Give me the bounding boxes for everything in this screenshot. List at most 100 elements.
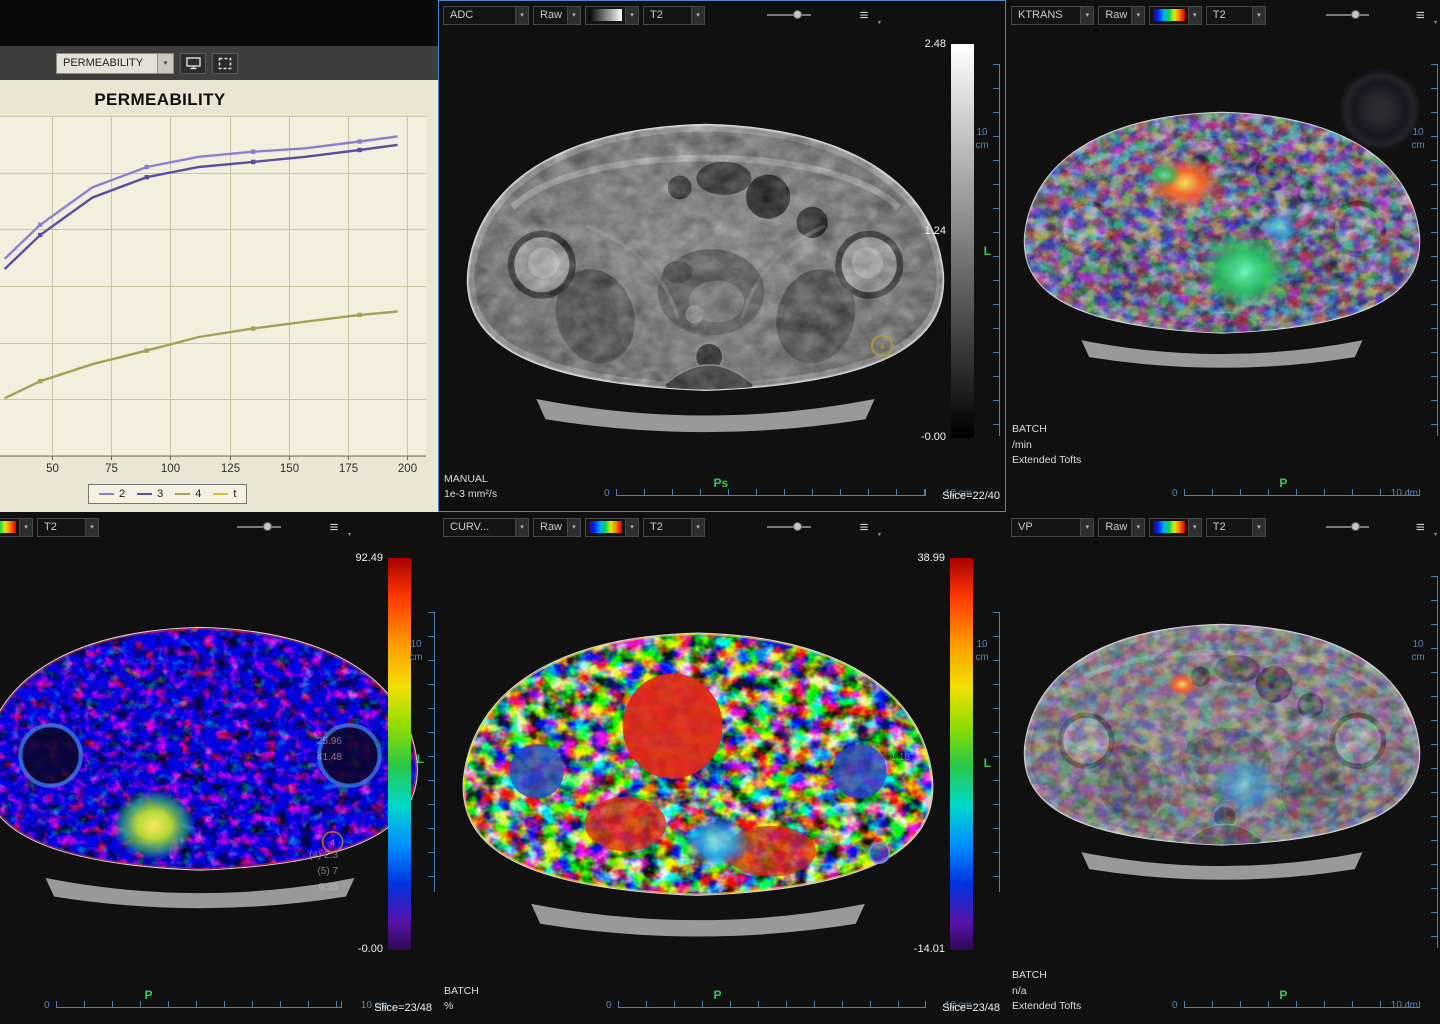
screen-layout-button[interactable] bbox=[180, 53, 206, 74]
chevron-down-icon: ▾ bbox=[1252, 7, 1265, 24]
mri-image-curve[interactable] bbox=[444, 552, 952, 951]
svg-text:50: 50 bbox=[46, 463, 59, 475]
vp-raw-dropdown[interactable]: Raw▾ bbox=[1098, 518, 1145, 537]
viewport-adc: ADC▾ Raw▾ ▾ T2▾ ≡▾ 4 2.48 1.24 -0.00 10 … bbox=[438, 0, 1006, 512]
vertical-scale-ruler bbox=[993, 612, 1000, 892]
units-label: 1e-3 mm²/s bbox=[444, 487, 497, 502]
horizontal-scale-ruler: 0 10 cm bbox=[56, 1001, 342, 1008]
curve-menu-button[interactable]: ≡▾ bbox=[853, 518, 875, 536]
ktrans-map-type-dropdown[interactable]: KTRANS▾ bbox=[1011, 6, 1094, 25]
orientation-left-label: L bbox=[417, 752, 424, 766]
slice-indicator: Slice=23/48 bbox=[374, 1002, 432, 1014]
chevron-down-icon: ▾ bbox=[1188, 519, 1201, 536]
colorbar-max-label: 38.99 bbox=[917, 552, 945, 564]
adc-baseimage-dropdown[interactable]: T2▾ bbox=[643, 6, 705, 25]
slider-knob[interactable] bbox=[1351, 10, 1360, 19]
rainbow-colormap-swatch bbox=[1153, 9, 1184, 21]
svg-text:4: 4 bbox=[880, 341, 885, 351]
chevron-down-icon: ▾ bbox=[1131, 7, 1144, 24]
curve-map-type-dropdown[interactable]: CURV...▾ bbox=[443, 518, 529, 537]
rainbow-colormap-swatch bbox=[0, 521, 16, 533]
top-strip bbox=[0, 0, 438, 46]
svg-text:4: 4 bbox=[330, 837, 335, 847]
chart-toolbar: PERMEABILITY ▾ bbox=[0, 46, 438, 80]
viewport-colormap-left: ▾ T2▾ ≡▾ 4 92.49 -0.00 bbox=[0, 512, 438, 1024]
vp-menu-button[interactable]: ≡▾ bbox=[1410, 518, 1431, 536]
permeability-chart-panel: PERMEABILITY ▾ PERMEABILITY 507510012515… bbox=[0, 0, 438, 512]
vp-map-type-dropdown[interactable]: VP▾ bbox=[1011, 518, 1094, 537]
vp-colormap-dropdown[interactable]: ▾ bbox=[1149, 518, 1201, 537]
curve-raw-dropdown[interactable]: Raw▾ bbox=[533, 518, 581, 537]
curve-colorbar[interactable]: 38.99 -14.01 bbox=[950, 558, 973, 950]
vp-blend-slider[interactable] bbox=[1326, 526, 1369, 528]
leftmap-baseimage-dropdown[interactable]: T2▾ bbox=[37, 518, 99, 537]
chevron-down-icon: ▾ bbox=[625, 519, 638, 536]
orientation-posterior-label: Ps bbox=[713, 476, 728, 490]
ktrans-toolbar: KTRANS▾ Raw▾ ▾ T2▾ ≡▾ bbox=[1011, 5, 1435, 25]
chevron-down-icon: ▾ bbox=[85, 519, 98, 536]
adc-map-type-dropdown[interactable]: ADC▾ bbox=[443, 6, 529, 25]
mode-units-label: MANUAL 1e-3 mm²/s bbox=[444, 472, 497, 502]
batch-info-label: BATCH n/a Extended Tofts bbox=[1012, 968, 1081, 1014]
roi-stats: 12.9 1.18 bbox=[891, 734, 910, 766]
adc-toolbar: ADC▾ Raw▾ ▾ T2▾ ≡▾ bbox=[443, 5, 1001, 25]
chevron-down-icon: ▾ bbox=[157, 54, 173, 73]
leftmap-menu-button[interactable]: ≡▾ bbox=[323, 518, 345, 536]
curve-colormap-dropdown[interactable]: ▾ bbox=[585, 518, 639, 537]
vp-baseimage-dropdown[interactable]: T2▾ bbox=[1206, 518, 1266, 537]
adc-blend-slider[interactable] bbox=[767, 14, 811, 16]
legend-item: 3 bbox=[137, 488, 163, 500]
mri-image-colormap[interactable]: 4 bbox=[0, 552, 435, 922]
chevron-down-icon: ▾ bbox=[878, 531, 881, 538]
slider-knob[interactable] bbox=[263, 522, 272, 531]
hamburger-icon: ≡ bbox=[1416, 8, 1425, 23]
colorbar-max-label: 92.49 bbox=[355, 552, 383, 564]
ktrans-colormap-dropdown[interactable]: ▾ bbox=[1149, 6, 1201, 25]
ktrans-menu-button[interactable]: ≡▾ bbox=[1410, 6, 1431, 24]
adc-raw-dropdown[interactable]: Raw▾ bbox=[533, 6, 581, 25]
adc-menu-button[interactable]: ≡▾ bbox=[853, 6, 875, 24]
vertical-scale-ruler bbox=[1431, 576, 1438, 948]
horizontal-scale-ruler: 0 10 cm bbox=[1184, 1001, 1420, 1008]
ktrans-baseimage-dropdown[interactable]: T2▾ bbox=[1206, 6, 1266, 25]
vertical-ruler-label: 10 cm bbox=[972, 126, 992, 152]
svg-text:125: 125 bbox=[221, 463, 240, 475]
ruler-length-label: 10 cm bbox=[1391, 488, 1418, 499]
roi-circle[interactable] bbox=[869, 843, 889, 863]
curve-blend-slider[interactable] bbox=[767, 526, 811, 528]
slider-knob[interactable] bbox=[1351, 522, 1360, 531]
rainbow-colormap-swatch bbox=[589, 521, 622, 533]
chart-body: PERMEABILITY 5075100125150175200 234t bbox=[0, 80, 438, 512]
ruler-length-label: 10 cm bbox=[1391, 1000, 1418, 1011]
mri-image-vp[interactable] bbox=[1008, 556, 1436, 892]
curve-baseimage-dropdown[interactable]: T2▾ bbox=[643, 518, 705, 537]
slider-knob[interactable] bbox=[793, 10, 802, 19]
leftmap-colormap-dropdown[interactable]: ▾ bbox=[0, 518, 33, 537]
svg-text:200: 200 bbox=[398, 463, 417, 475]
chevron-down-icon: ▾ bbox=[1434, 19, 1437, 26]
slice-indicator: Slice=22/40 bbox=[942, 490, 1000, 502]
mri-image-adc[interactable]: 4 bbox=[448, 42, 963, 447]
hamburger-icon: ≡ bbox=[860, 520, 869, 535]
adc-colorbar[interactable]: 2.48 1.24 -0.00 bbox=[951, 44, 974, 438]
curve-toolbar: CURV...▾ Raw▾ ▾ T2▾ ≡▾ bbox=[443, 517, 1001, 537]
legend-item: 4 bbox=[175, 488, 201, 500]
colorbar-min-label: -0.00 bbox=[921, 431, 946, 443]
ktrans-blend-slider[interactable] bbox=[1326, 14, 1369, 16]
reset-view-button[interactable] bbox=[212, 53, 238, 74]
adc-colormap-dropdown[interactable]: ▾ bbox=[585, 6, 639, 25]
chevron-down-icon: ▾ bbox=[1434, 531, 1437, 538]
chevron-down-icon: ▾ bbox=[1080, 519, 1093, 536]
grayscale-colormap-swatch bbox=[589, 9, 622, 21]
chart-legend: 234t bbox=[88, 484, 247, 504]
slider-knob[interactable] bbox=[793, 522, 802, 531]
ktrans-raw-dropdown[interactable]: Raw▾ bbox=[1098, 6, 1145, 25]
permeability-plot[interactable]: 5075100125150175200 bbox=[0, 116, 426, 476]
svg-text:150: 150 bbox=[280, 463, 299, 475]
leftmap-blend-slider[interactable] bbox=[237, 526, 281, 528]
orientation-left-label: L bbox=[984, 756, 991, 770]
leftmap-colorbar[interactable]: 92.49 -0.00 bbox=[388, 558, 411, 950]
colorbar-mid-label: 1.24 bbox=[925, 225, 946, 237]
ruler-zero-label: 0 bbox=[1172, 1000, 1178, 1011]
chart-type-dropdown[interactable]: PERMEABILITY ▾ bbox=[56, 53, 174, 74]
